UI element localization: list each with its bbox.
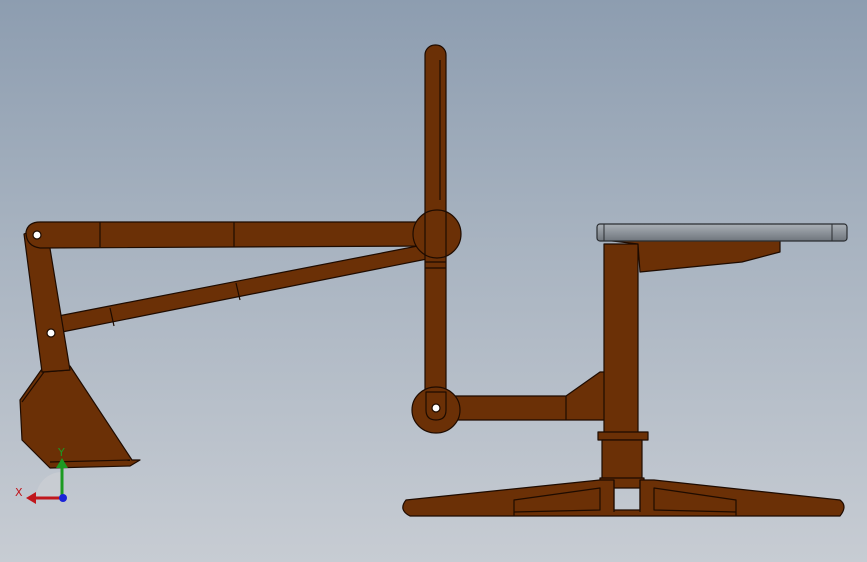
brace-arm[interactable] [47, 243, 433, 335]
cad-model-view[interactable]: Y X [0, 0, 867, 562]
bucket[interactable] [19, 365, 141, 469]
triad-z-axis [59, 494, 67, 502]
seat-plate[interactable] [596, 223, 848, 242]
graphics-viewport[interactable]: Y X [0, 0, 867, 562]
pedestal-column[interactable] [597, 243, 649, 489]
triad-plane-indicator [36, 472, 62, 498]
triad-x-label: X [15, 486, 23, 499]
pivot-hub[interactable] [412, 209, 462, 259]
crank-arm[interactable] [439, 371, 609, 421]
lower-pivot[interactable] [411, 386, 461, 434]
boom-arm[interactable] [25, 221, 429, 249]
triad-y-label: Y [57, 446, 65, 459]
